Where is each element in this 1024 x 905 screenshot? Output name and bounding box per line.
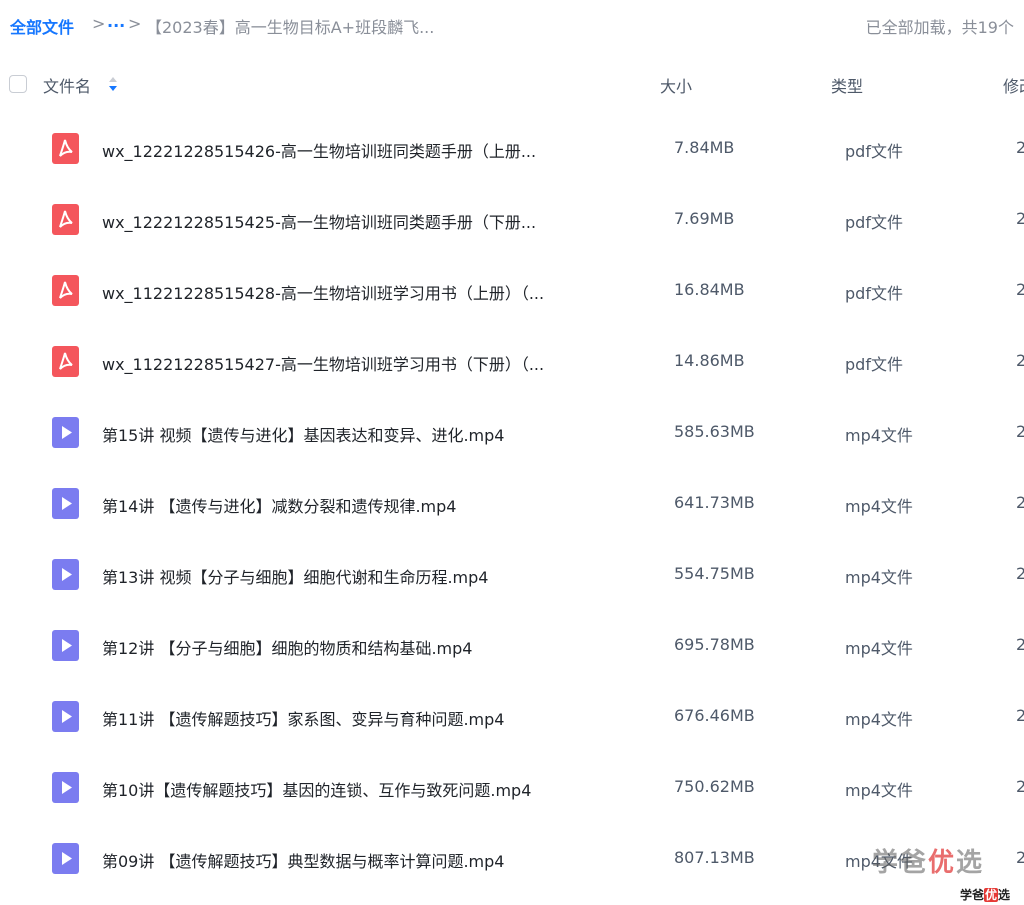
pdf-icon (52, 346, 79, 377)
file-size: 7.84MB (674, 138, 735, 157)
file-row[interactable]: wx_12221228515426-高一生物培训班同类题手册（上册... 7.8… (0, 114, 1024, 185)
video-icon (52, 417, 79, 448)
video-icon (52, 630, 79, 661)
watermark-text-highlight: 优 (928, 848, 957, 878)
sort-icon[interactable] (108, 74, 118, 94)
file-size: 676.46MB (674, 706, 755, 725)
file-modified: 2 (1016, 138, 1024, 157)
breadcrumb-current-folder: 【2023春】高一生物目标A+班段麟飞... (146, 18, 435, 37)
file-size: 695.78MB (674, 635, 755, 654)
file-name[interactable]: 第10讲【遗传解题技巧】基因的连锁、互作与致死问题.mp4 (102, 777, 531, 801)
file-list-header: 文件名 大小 类型 修改 (0, 64, 1024, 104)
file-row[interactable]: wx_11221228515428-高一生物培训班学习用书（上册）（... 16… (0, 256, 1024, 327)
file-size: 641.73MB (674, 493, 755, 512)
file-size: 7.69MB (674, 209, 735, 228)
watermark-small-text: 选 (998, 888, 1011, 902)
column-header-type[interactable]: 类型 (831, 73, 863, 97)
file-name[interactable]: wx_11221228515427-高一生物培训班学习用书（下册）（... (102, 351, 544, 375)
file-name[interactable]: 第15讲 视频【遗传与进化】基因表达和变异、进化.mp4 (102, 422, 504, 446)
file-type: mp4文件 (845, 710, 913, 729)
file-modified: 2 (1016, 635, 1024, 654)
file-modified: 2 (1016, 280, 1024, 299)
file-row[interactable]: 第10讲【遗传解题技巧】基因的连锁、互作与致死问题.mp4 750.62MB m… (0, 753, 1024, 824)
breadcrumb-separator: > (128, 14, 142, 33)
pdf-icon (52, 275, 79, 306)
breadcrumb-separator: > (92, 14, 106, 33)
file-modified: 2 (1016, 848, 1024, 867)
watermark-text: 学爸 (872, 848, 929, 878)
file-modified: 2 (1016, 209, 1024, 228)
file-modified: 2 (1016, 351, 1024, 370)
file-type: pdf文件 (845, 355, 903, 374)
video-icon (52, 559, 79, 590)
file-name[interactable]: 第09讲 【遗传解题技巧】典型数据与概率计算问题.mp4 (102, 848, 504, 872)
file-row[interactable]: 第12讲 【分子与细胞】细胞的物质和结构基础.mp4 695.78MB mp4文… (0, 611, 1024, 682)
file-type: pdf文件 (845, 284, 903, 303)
file-size: 585.63MB (674, 422, 755, 441)
file-type: mp4文件 (845, 568, 913, 587)
watermark-small-text-highlight: 优 (984, 888, 999, 902)
file-row[interactable]: 第11讲 【遗传解题技巧】家系图、变异与育种问题.mp4 676.46MB mp… (0, 682, 1024, 753)
load-status-text: 已全部加载，共19个 (865, 18, 1014, 37)
file-modified: 2 (1016, 564, 1024, 583)
file-name[interactable]: 第11讲 【遗传解题技巧】家系图、变异与育种问题.mp4 (102, 706, 504, 730)
file-row[interactable]: wx_12221228515425-高一生物培训班同类题手册（下册... 7.6… (0, 185, 1024, 256)
watermark-small-logo: 学爸优选 (960, 886, 1010, 903)
column-header-size[interactable]: 大小 (660, 73, 692, 97)
file-row[interactable]: 第15讲 视频【遗传与进化】基因表达和变异、进化.mp4 585.63MB mp… (0, 398, 1024, 469)
breadcrumb-bar: 全部文件 > ... > 【2023春】高一生物目标A+班段麟飞... 已全部加… (0, 0, 1024, 52)
column-header-modified[interactable]: 修改 (1003, 73, 1024, 97)
column-header-name[interactable]: 文件名 (43, 73, 91, 97)
file-name[interactable]: wx_12221228515425-高一生物培训班同类题手册（下册... (102, 209, 536, 233)
file-row[interactable]: 第13讲 视频【分子与细胞】细胞代谢和生命历程.mp4 554.75MB mp4… (0, 540, 1024, 611)
file-type: mp4文件 (845, 426, 913, 445)
video-icon (52, 843, 79, 874)
video-icon (52, 488, 79, 519)
file-name[interactable]: wx_11221228515428-高一生物培训班学习用书（上册）（... (102, 280, 544, 304)
file-type: mp4文件 (845, 497, 913, 516)
file-type: pdf文件 (845, 142, 903, 161)
file-row[interactable]: 第09讲 【遗传解题技巧】典型数据与概率计算问题.mp4 807.13MB mp… (0, 824, 1024, 895)
file-name[interactable]: wx_12221228515426-高一生物培训班同类题手册（上册... (102, 138, 536, 162)
file-modified: 2 (1016, 493, 1024, 512)
file-size: 16.84MB (674, 280, 745, 299)
file-size: 14.86MB (674, 351, 745, 370)
video-icon (52, 701, 79, 732)
file-modified: 2 (1016, 777, 1024, 796)
file-row[interactable]: wx_11221228515427-高一生物培训班学习用书（下册）（... 14… (0, 327, 1024, 398)
file-name[interactable]: 第12讲 【分子与细胞】细胞的物质和结构基础.mp4 (102, 635, 472, 659)
file-modified: 2 (1016, 422, 1024, 441)
breadcrumb-ellipsis-link[interactable]: ... (107, 12, 125, 31)
pdf-icon (52, 204, 79, 235)
file-type: mp4文件 (845, 639, 913, 658)
watermark-logo: 学爸优选 (872, 842, 984, 879)
file-type: mp4文件 (845, 781, 913, 800)
select-all-checkbox[interactable] (9, 75, 27, 93)
pdf-icon (52, 133, 79, 164)
file-type: pdf文件 (845, 213, 903, 232)
file-size: 750.62MB (674, 777, 755, 796)
file-name[interactable]: 第14讲 【遗传与进化】减数分裂和遗传规律.mp4 (102, 493, 456, 517)
watermark-small-text: 学爸 (960, 888, 985, 902)
file-name[interactable]: 第13讲 视频【分子与细胞】细胞代谢和生命历程.mp4 (102, 564, 488, 588)
file-size: 554.75MB (674, 564, 755, 583)
breadcrumb-root-link[interactable]: 全部文件 (10, 14, 74, 38)
file-modified: 2 (1016, 706, 1024, 725)
file-size: 807.13MB (674, 848, 755, 867)
file-row[interactable]: 第14讲 【遗传与进化】减数分裂和遗传规律.mp4 641.73MB mp4文件… (0, 469, 1024, 540)
video-icon (52, 772, 79, 803)
watermark-text: 选 (956, 848, 985, 878)
